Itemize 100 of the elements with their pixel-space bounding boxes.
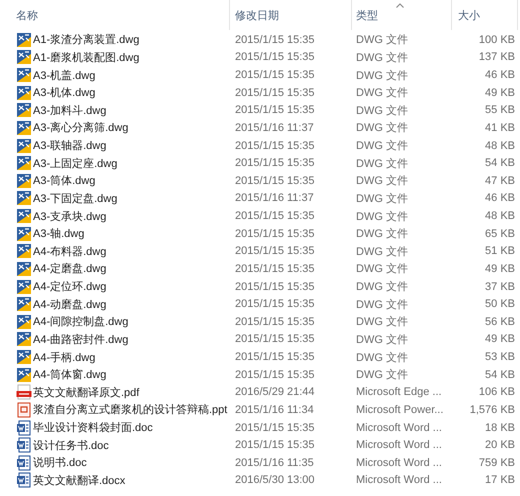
file-type: DWG 文件 xyxy=(355,174,409,188)
file-name[interactable]: 说明书.doc xyxy=(33,455,87,470)
file-name[interactable]: 英文文献翻译原文.pdf xyxy=(33,384,140,400)
column-header[interactable]: 类型 xyxy=(352,0,452,30)
presentation-file-icon xyxy=(16,402,32,418)
file-name[interactable]: A3-离心分离筛.dwg xyxy=(33,120,128,136)
file-type: DWG 文件 xyxy=(355,138,409,154)
drawing-file-icon xyxy=(16,155,32,172)
modified-date: 2015/1/16 11:37 xyxy=(234,192,315,204)
modified-date: 2015/1/15 15:35 xyxy=(234,422,316,434)
file-name[interactable]: A3-机体.dwg xyxy=(33,85,96,100)
modified-date: 2016/5/29 21:44 xyxy=(234,386,316,398)
file-type: DWG 文件 xyxy=(355,68,409,83)
file-size: 51 KB xyxy=(484,245,515,258)
file-name[interactable]: A4-布料器.dwg xyxy=(33,244,106,259)
file-name[interactable]: A1-磨浆机装配图.dwg xyxy=(33,50,140,65)
file-size: 20 KB xyxy=(484,439,515,452)
file-size: 137 KB xyxy=(478,51,515,64)
file-size: 49 KB xyxy=(484,333,515,346)
file-type: Microsoft Word ... xyxy=(355,456,443,469)
file-name[interactable]: A3-加料斗.dwg xyxy=(33,102,106,118)
drawing-file-icon xyxy=(16,208,32,224)
modified-date: 2015/1/15 15:35 xyxy=(234,86,316,99)
modified-date: 2015/1/15 15:35 xyxy=(234,69,316,82)
file-size: 49 KB xyxy=(484,86,515,99)
column-header[interactable]: 名称 xyxy=(0,0,230,30)
file-type: DWG 文件 xyxy=(355,192,409,206)
file-name[interactable]: A1-浆渣分离装置.dwg xyxy=(33,32,140,48)
modified-date: 2015/1/16 11:35 xyxy=(234,456,315,469)
file-name[interactable]: 浆渣自分离立式磨浆机的设计答辩稿.ppt xyxy=(33,402,228,418)
file-name[interactable]: A4-定位环.dwg xyxy=(33,279,106,294)
document-file-icon xyxy=(16,472,32,488)
file-name[interactable]: A3-机盖.dwg xyxy=(33,68,96,83)
file-size: 17 KB xyxy=(484,474,515,486)
file-name[interactable]: 毕业设计资料袋封面.doc xyxy=(33,420,153,436)
modified-date: 2015/1/15 15:35 xyxy=(234,439,316,452)
file-type: DWG 文件 xyxy=(355,50,409,65)
drawing-file-icon xyxy=(16,32,32,48)
file-name[interactable]: A4-曲路密封件.dwg xyxy=(33,332,128,347)
file-type: DWG 文件 xyxy=(355,210,409,224)
file-name[interactable]: A4-手柄.dwg xyxy=(33,350,96,365)
file-type: DWG 文件 xyxy=(355,86,409,100)
modified-date: 2015/1/15 15:35 xyxy=(234,51,316,64)
drawing-file-icon xyxy=(16,172,32,189)
modified-date: 2015/1/15 15:35 xyxy=(234,351,316,364)
file-size: 1,576 KB xyxy=(468,404,515,416)
file-type: Microsoft Word ... xyxy=(355,422,443,434)
document-file-icon xyxy=(16,420,32,436)
file-size: 37 KB xyxy=(484,280,515,293)
file-name[interactable]: A3-下固定盘.dwg xyxy=(33,190,118,206)
file-type: DWG 文件 xyxy=(355,244,409,259)
modified-date: 2015/1/15 15:35 xyxy=(234,368,316,381)
drawing-file-icon xyxy=(16,243,32,260)
drawing-file-icon xyxy=(16,120,32,136)
file-type: DWG 文件 xyxy=(355,262,409,276)
file-size: 18 KB xyxy=(484,422,515,434)
file-name[interactable]: 设计任务书.doc xyxy=(33,438,109,453)
file-type: Microsoft Word ... xyxy=(355,474,443,486)
file-name[interactable]: A4-筒体窗.dwg xyxy=(33,367,106,382)
drawing-file-icon xyxy=(16,366,32,383)
file-type: DWG 文件 xyxy=(355,226,409,242)
drawing-file-icon xyxy=(16,296,32,312)
file-type: Microsoft Edge ... xyxy=(355,386,443,398)
file-size: 46 KB xyxy=(484,69,515,82)
modified-date: 2015/1/15 15:35 xyxy=(234,280,316,293)
drawing-file-icon xyxy=(16,138,32,154)
modified-date: 2015/1/15 15:35 xyxy=(234,210,316,222)
column-header[interactable]: 修改日期 xyxy=(230,0,352,30)
file-name[interactable]: A3-轴.dwg xyxy=(33,226,84,242)
file-size: 759 KB xyxy=(478,456,515,469)
column-header[interactable]: 大小 xyxy=(452,0,518,30)
modified-date: 2015/1/15 15:35 xyxy=(234,34,316,46)
file-name[interactable]: A3-上固定座.dwg xyxy=(33,156,118,171)
file-name[interactable]: A4-定磨盘.dwg xyxy=(33,261,106,276)
file-size: 100 KB xyxy=(478,34,515,46)
file-name[interactable]: A4-动磨盘.dwg xyxy=(33,296,106,312)
file-size: 46 KB xyxy=(484,192,515,204)
file-size: 41 KB xyxy=(484,122,515,134)
file-size: 65 KB xyxy=(484,228,515,240)
file-size: 47 KB xyxy=(484,174,515,187)
drawing-file-icon xyxy=(16,349,32,366)
file-type: DWG 文件 xyxy=(355,298,409,312)
drawing-file-icon xyxy=(16,49,32,66)
modified-date: 2015/1/15 15:35 xyxy=(234,245,316,258)
file-type: DWG 文件 xyxy=(355,32,409,48)
pdf-file-icon xyxy=(16,384,32,400)
file-name[interactable]: A3-联轴器.dwg xyxy=(33,138,106,154)
file-name[interactable]: 英文文献翻译.docx xyxy=(33,472,126,488)
modified-date: 2015/1/15 15:35 xyxy=(234,174,316,187)
file-size: 56 KB xyxy=(484,316,515,328)
drawing-file-icon xyxy=(16,67,32,84)
file-name[interactable]: A3-筒体.dwg xyxy=(33,173,96,188)
file-type: DWG 文件 xyxy=(355,120,409,136)
file-type: DWG 文件 xyxy=(355,280,409,294)
file-name[interactable]: A4-间隙控制盘.dwg xyxy=(33,314,128,330)
modified-date: 2015/1/15 15:35 xyxy=(234,316,316,328)
modified-date: 2015/1/16 11:34 xyxy=(234,404,315,416)
file-name[interactable]: A3-支承块.dwg xyxy=(33,208,106,224)
file-type: DWG 文件 xyxy=(355,156,409,171)
file-size: 50 KB xyxy=(484,298,515,310)
